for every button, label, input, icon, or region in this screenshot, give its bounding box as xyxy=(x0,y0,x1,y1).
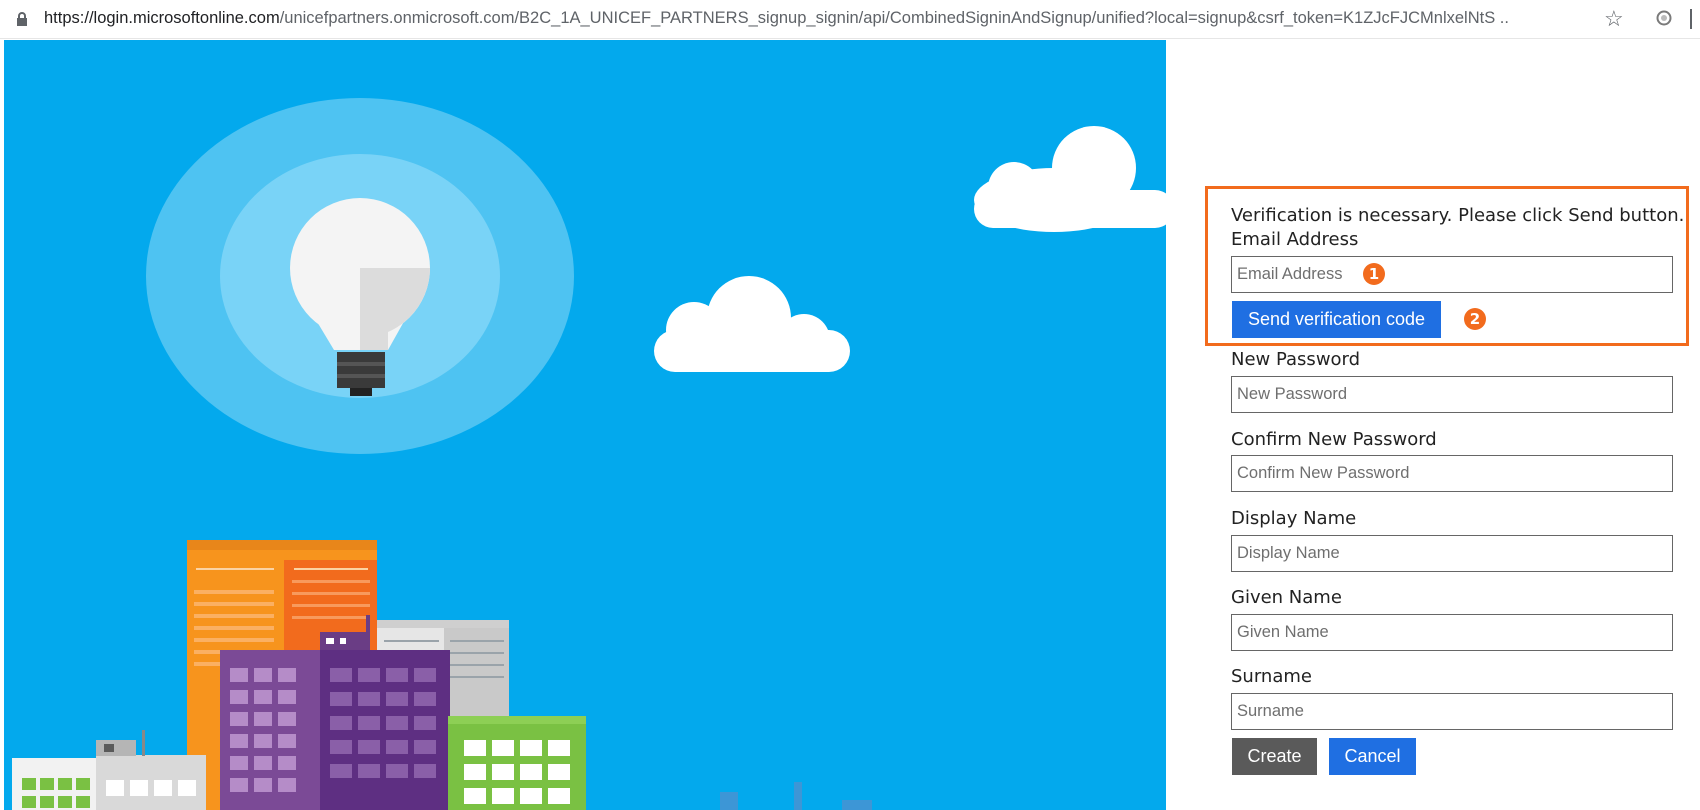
step-badge-1: 1 xyxy=(1363,263,1385,285)
given-name-field[interactable] xyxy=(1231,614,1673,651)
url-text[interactable]: https://login.microsoftonline.com/unicef… xyxy=(44,9,1574,28)
confirm-password-label: Confirm New Password xyxy=(1231,429,1437,450)
cloud-middle xyxy=(654,276,850,372)
email-label: Email Address xyxy=(1231,229,1359,250)
send-verification-code-button[interactable]: Send verification code xyxy=(1232,301,1441,338)
extension-icon[interactable] xyxy=(1656,10,1672,26)
step-badge-2: 2 xyxy=(1464,308,1486,330)
surname-field[interactable] xyxy=(1231,693,1673,730)
new-password-label: New Password xyxy=(1231,349,1361,370)
url-path: /unicefpartners.onmicrosoft.com/B2C_1A_U… xyxy=(279,9,1509,27)
toolbar-edge xyxy=(1690,9,1692,29)
new-password-field[interactable] xyxy=(1231,376,1673,413)
verification-message: Verification is necessary. Please click … xyxy=(1231,205,1685,226)
surname-label: Surname xyxy=(1231,666,1312,687)
star-icon[interactable]: ☆ xyxy=(1604,6,1624,32)
url-host: https://login.microsoftonline.com xyxy=(44,9,280,27)
hero-illustration xyxy=(4,40,1166,810)
cloud-right xyxy=(974,126,1166,232)
display-name-field[interactable] xyxy=(1231,535,1673,572)
display-name-label: Display Name xyxy=(1231,508,1357,529)
address-bar[interactable]: https://login.microsoftonline.com/unicef… xyxy=(0,0,1700,39)
given-name-label: Given Name xyxy=(1231,587,1342,608)
confirm-password-field[interactable] xyxy=(1231,455,1673,492)
email-field[interactable] xyxy=(1231,256,1673,293)
cityscape xyxy=(12,540,872,810)
cancel-button[interactable]: Cancel xyxy=(1329,738,1416,775)
create-button[interactable]: Create xyxy=(1232,738,1317,775)
lock-icon xyxy=(17,12,27,26)
